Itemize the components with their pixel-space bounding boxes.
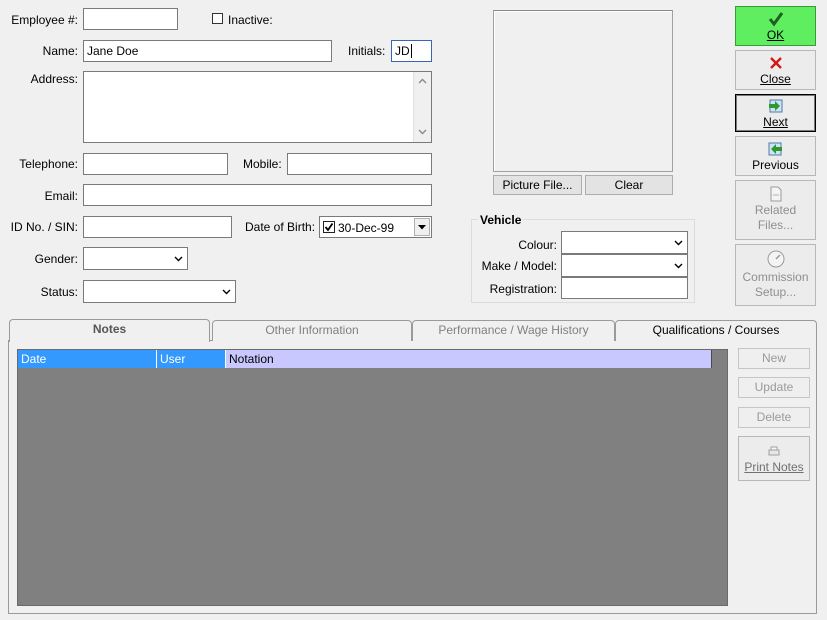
column-header-date[interactable]: Date bbox=[18, 350, 157, 368]
email-input[interactable] bbox=[83, 184, 432, 206]
clear-picture-button[interactable]: Clear bbox=[585, 175, 673, 195]
initials-input[interactable]: JD bbox=[391, 40, 432, 62]
picture-file-button[interactable]: Picture File... bbox=[493, 175, 582, 195]
chevron-down-icon[interactable] bbox=[670, 256, 686, 275]
email-label: Email: bbox=[44, 189, 78, 203]
id-sin-input[interactable] bbox=[83, 216, 232, 238]
scroll-down-icon[interactable] bbox=[418, 129, 427, 135]
address-label: Address: bbox=[30, 72, 78, 86]
colour-label: Colour: bbox=[518, 238, 557, 252]
tab-performance-wage-history[interactable]: Performance / Wage History bbox=[412, 320, 615, 341]
printer-icon bbox=[768, 446, 780, 456]
status-label: Status: bbox=[40, 285, 78, 299]
employee-number-input[interactable] bbox=[83, 8, 178, 30]
dob-label: Date of Birth: bbox=[245, 220, 316, 234]
commission-setup-button[interactable]: Commission Setup... bbox=[735, 244, 816, 306]
document-icon bbox=[770, 186, 781, 202]
new-note-button[interactable]: New bbox=[738, 348, 810, 369]
make-model-label: Make / Model: bbox=[481, 259, 557, 273]
update-note-button[interactable]: Update bbox=[738, 377, 810, 398]
tab-other-information[interactable]: Other Information bbox=[212, 320, 412, 341]
previous-label: Previous bbox=[752, 158, 799, 172]
name-input[interactable]: Jane Doe bbox=[83, 40, 332, 62]
gauge-icon bbox=[767, 250, 784, 268]
column-header-user[interactable]: User bbox=[157, 350, 226, 368]
employee-label: Employee #: bbox=[11, 13, 78, 27]
inactive-checkbox[interactable] bbox=[212, 13, 223, 24]
related-label-line1: Related bbox=[754, 203, 797, 217]
next-button[interactable]: Next bbox=[735, 94, 816, 132]
tab-qualifications-courses[interactable]: Qualifications / Courses bbox=[615, 320, 817, 341]
tab-notes[interactable]: Notes bbox=[9, 319, 210, 342]
telephone-input[interactable] bbox=[83, 153, 228, 175]
telephone-label: Telephone: bbox=[19, 157, 78, 171]
make-model-select[interactable] bbox=[561, 254, 688, 277]
dob-picker[interactable]: 30-Dec-99 bbox=[319, 216, 432, 238]
previous-record-icon bbox=[768, 142, 782, 156]
checkmark-icon bbox=[324, 222, 334, 232]
registration-input[interactable] bbox=[561, 277, 688, 299]
chevron-down-icon[interactable] bbox=[670, 233, 686, 252]
scroll-up-icon[interactable] bbox=[418, 78, 427, 84]
previous-button[interactable]: Previous bbox=[735, 136, 816, 176]
vehicle-group-title: Vehicle bbox=[478, 213, 524, 227]
colour-select[interactable] bbox=[561, 231, 688, 254]
delete-note-button[interactable]: Delete bbox=[738, 407, 810, 428]
notes-grid[interactable]: Date User Notation bbox=[17, 349, 728, 606]
close-button[interactable]: Close bbox=[735, 50, 816, 90]
next-record-icon bbox=[769, 99, 783, 113]
dob-dropdown-button[interactable] bbox=[414, 218, 430, 236]
address-scrollbar[interactable] bbox=[413, 72, 431, 142]
address-textarea[interactable] bbox=[83, 71, 432, 143]
mobile-label: Mobile: bbox=[243, 157, 282, 171]
commission-label-line1: Commission bbox=[742, 270, 809, 284]
picture-frame bbox=[493, 10, 673, 172]
related-files-button[interactable]: Related Files... bbox=[735, 180, 816, 240]
registration-label: Registration: bbox=[489, 282, 557, 296]
commission-label-line2: Setup... bbox=[754, 285, 797, 299]
print-notes-button[interactable]: Print Notes bbox=[738, 436, 810, 481]
related-label-line2: Files... bbox=[757, 218, 794, 232]
close-label: Close bbox=[760, 72, 791, 86]
mobile-input[interactable] bbox=[287, 153, 432, 175]
id-sin-label: ID No. / SIN: bbox=[10, 220, 78, 234]
column-header-notation[interactable]: Notation bbox=[226, 350, 712, 368]
gender-label: Gender: bbox=[34, 252, 78, 266]
initials-label: Initials: bbox=[348, 44, 386, 58]
inactive-label: Inactive: bbox=[228, 13, 273, 27]
chevron-down-icon[interactable] bbox=[218, 282, 234, 301]
print-notes-label: Print Notes bbox=[744, 460, 804, 474]
chevron-down-icon[interactable] bbox=[170, 249, 186, 268]
initials-value: JD bbox=[395, 44, 410, 58]
triangle-down-icon bbox=[418, 224, 426, 229]
checkmark-icon bbox=[768, 12, 783, 27]
gender-select[interactable] bbox=[83, 247, 188, 270]
name-label: Name: bbox=[42, 44, 78, 58]
next-label: Next bbox=[763, 115, 788, 129]
status-select[interactable] bbox=[83, 280, 236, 303]
ok-label: OK bbox=[766, 28, 785, 42]
ok-button[interactable]: OK bbox=[735, 6, 816, 46]
dob-checkbox[interactable] bbox=[323, 221, 335, 233]
close-icon bbox=[769, 57, 782, 69]
dob-value: 30-Dec-99 bbox=[338, 221, 395, 235]
